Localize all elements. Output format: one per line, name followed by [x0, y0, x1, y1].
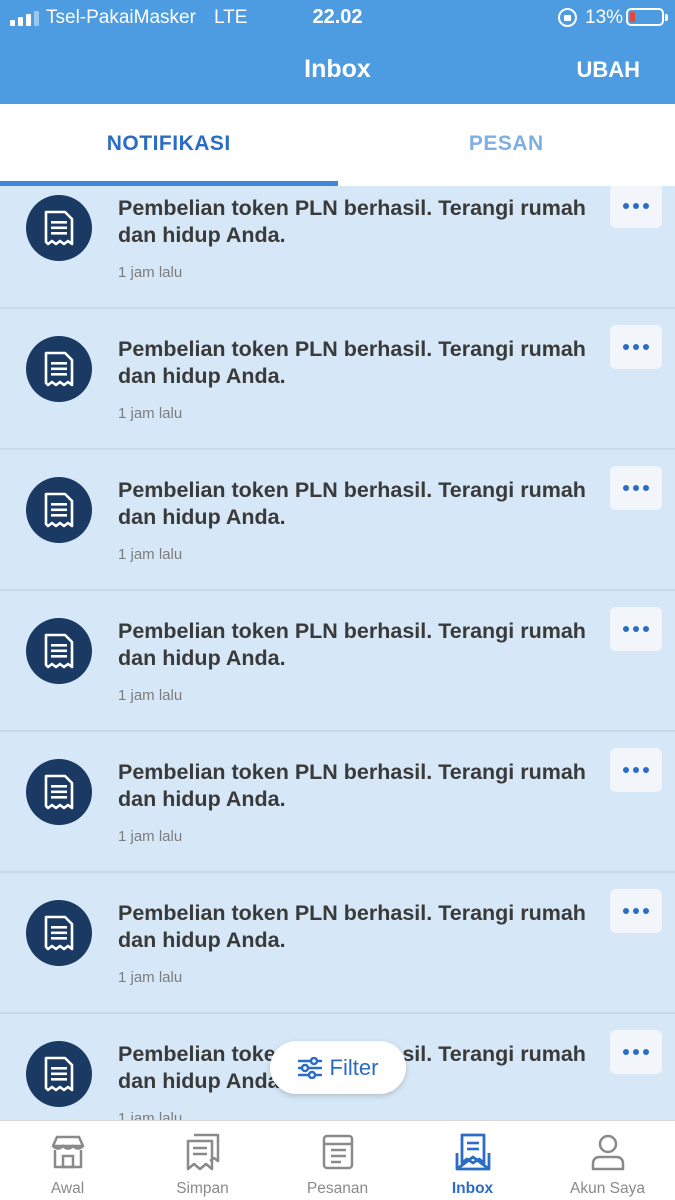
- notification-message: Pembelian token PLN berhasil. Terangi ru…: [118, 901, 586, 952]
- more-options-button[interactable]: [610, 748, 662, 792]
- notification-time: 1 jam lalu: [118, 264, 183, 281]
- store-icon: [51, 1135, 84, 1169]
- battery-icon: [626, 8, 668, 26]
- rotation-lock-icon: [558, 8, 577, 27]
- receipt-icon: [26, 477, 92, 543]
- more-dots-icon: [623, 626, 649, 632]
- notification-message: Pembelian token PLN berhasil. Terangi ru…: [118, 760, 586, 811]
- tab-pesan[interactable]: PESAN: [338, 104, 675, 186]
- edit-button[interactable]: UBAH: [576, 57, 640, 83]
- receipt-icon: [26, 900, 92, 966]
- inbox-icon: [455, 1133, 490, 1171]
- nav-label: Inbox: [451, 1180, 494, 1197]
- sliders-icon: [297, 1056, 322, 1079]
- receipt-icon: [26, 1041, 92, 1107]
- receipt-icon: [26, 195, 92, 261]
- more-options-button[interactable]: [610, 325, 662, 369]
- more-dots-icon: [623, 1049, 649, 1055]
- saved-list-icon: [186, 1133, 219, 1171]
- more-options-button[interactable]: [610, 186, 662, 228]
- notification-time: 1 jam lalu: [118, 969, 183, 986]
- notification-list[interactable]: Pembelian token PLN berhasil. Terangi ru…: [0, 186, 675, 1120]
- more-dots-icon: [623, 203, 649, 209]
- nav-awal[interactable]: Awal: [0, 1121, 135, 1200]
- notification-time: 1 jam lalu: [118, 1110, 183, 1120]
- notification-time: 1 jam lalu: [118, 687, 183, 704]
- bottom-navigation: Awal Simpan Pesanan Inbox Akun Saya: [0, 1120, 675, 1200]
- more-dots-icon: [623, 485, 649, 491]
- page-title: Inbox: [304, 55, 371, 83]
- tab-label: NOTIFIKASI: [106, 132, 231, 155]
- more-dots-icon: [623, 344, 649, 350]
- user-icon: [591, 1134, 624, 1171]
- notification-item[interactable]: Pembelian token PLN berhasil. Terangi ru…: [0, 873, 675, 1014]
- notification-time: 1 jam lalu: [118, 546, 183, 563]
- notification-item[interactable]: Pembelian token PLN berhasil. Terangi ru…: [0, 309, 675, 450]
- nav-pesanan[interactable]: Pesanan: [270, 1121, 405, 1200]
- app-header: Tsel-PakaiMasker LTE 22.02 13% Inbox UBA…: [0, 0, 675, 104]
- status-bar: Tsel-PakaiMasker LTE 22.02 13%: [0, 0, 675, 36]
- more-options-button[interactable]: [610, 607, 662, 651]
- more-options-button[interactable]: [610, 1030, 662, 1074]
- nav-inbox[interactable]: Inbox: [405, 1121, 540, 1200]
- filter-button[interactable]: Filter: [270, 1041, 406, 1094]
- notification-message: Pembelian token PLN berhasil. Terangi ru…: [118, 196, 586, 247]
- more-dots-icon: [623, 767, 649, 773]
- more-options-button[interactable]: [610, 889, 662, 933]
- nav-label: Awal: [50, 1180, 85, 1197]
- more-dots-icon: [623, 908, 649, 914]
- nav-simpan[interactable]: Simpan: [135, 1121, 270, 1200]
- receipt-icon: [26, 618, 92, 684]
- notification-item[interactable]: Pembelian token PLN berhasil. Terangi ru…: [0, 591, 675, 732]
- notification-time: 1 jam lalu: [118, 405, 183, 422]
- more-options-button[interactable]: [610, 466, 662, 510]
- receipt-icon: [26, 336, 92, 402]
- tab-notifikasi[interactable]: NOTIFIKASI: [0, 104, 338, 186]
- receipt-icon: [26, 759, 92, 825]
- notification-message: Pembelian token PLN berhasil. Terangi ru…: [118, 619, 586, 670]
- battery-percent: 13%: [585, 7, 624, 28]
- notification-message: Pembelian token PLN berhasil. Terangi ru…: [118, 478, 586, 529]
- nav-label: Simpan: [176, 1180, 229, 1197]
- nav-label: Pesanan: [306, 1180, 369, 1197]
- tab-label: PESAN: [468, 132, 544, 155]
- notification-item[interactable]: Pembelian token PLN berhasil. Terangi ru…: [0, 732, 675, 873]
- notification-item[interactable]: Pembelian token PLN berhasil. Terangi ru…: [0, 186, 675, 309]
- notification-message: Pembelian token PLN berhasil. Terangi ru…: [118, 337, 586, 388]
- inbox-tabs: NOTIFIKASI PESAN: [0, 104, 675, 186]
- orders-icon: [322, 1134, 353, 1170]
- notification-time: 1 jam lalu: [118, 828, 183, 845]
- nav-akun-saya[interactable]: Akun Saya: [540, 1121, 675, 1200]
- nav-label: Akun Saya: [570, 1180, 645, 1197]
- notification-item[interactable]: Pembelian token PLN berhasil. Terangi ru…: [0, 450, 675, 591]
- filter-label: Filter: [329, 1054, 379, 1080]
